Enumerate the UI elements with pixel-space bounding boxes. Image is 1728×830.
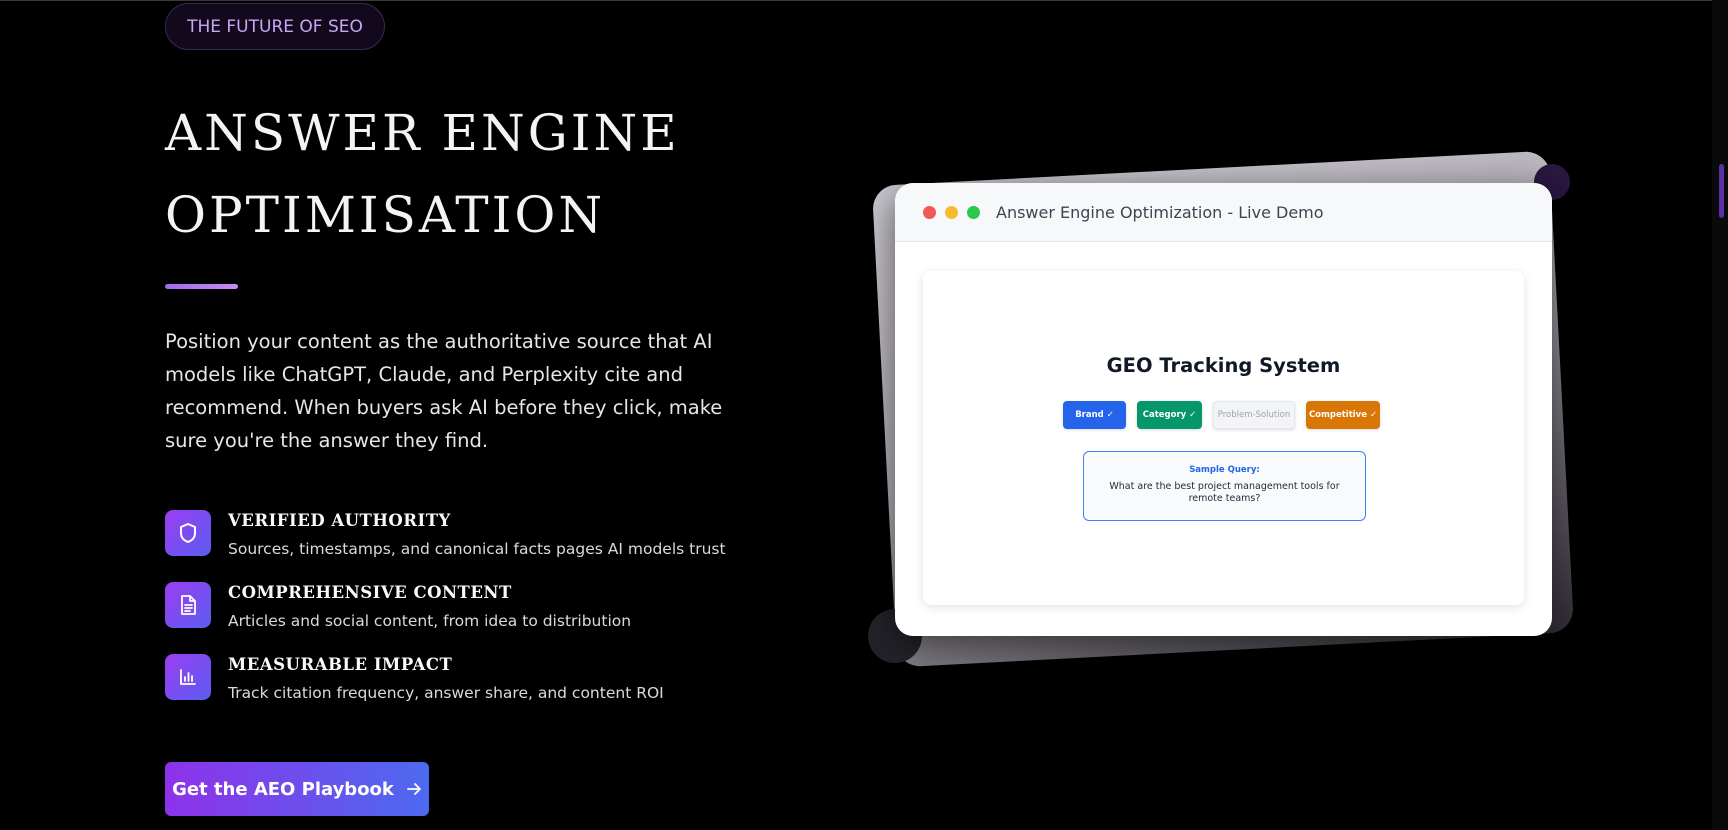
intro-paragraph: Position your content as the authoritati… bbox=[165, 330, 723, 452]
chip-brand: Brand ✓ bbox=[1063, 401, 1126, 429]
page: THE FUTURE OF SEO ANSWER ENGINE OPTIMISA… bbox=[0, 0, 1728, 830]
feature-comprehensive-content: COMPREHENSIVE CONTENT Articles and socia… bbox=[165, 582, 631, 630]
maximize-dot-icon bbox=[967, 205, 980, 219]
chip-problem-solution: Problem-Solution bbox=[1213, 401, 1295, 429]
feature-verified-authority: VERIFIED AUTHORITY Sources, timestamps, … bbox=[165, 510, 726, 558]
future-of-seo-badge: THE FUTURE OF SEO bbox=[165, 3, 385, 50]
page-title: ANSWER ENGINE OPTIMISATION bbox=[165, 92, 680, 256]
feature-title: MEASURABLE IMPACT bbox=[228, 655, 453, 674]
scrollbar-thumb[interactable] bbox=[1719, 164, 1724, 218]
feature-measurable-impact: MEASURABLE IMPACT Track citation frequen… bbox=[165, 654, 664, 702]
sample-query-text: What are the best project management too… bbox=[1109, 481, 1340, 504]
minimize-dot-icon bbox=[945, 205, 958, 219]
chip-category: Category ✓ bbox=[1137, 401, 1202, 429]
window-title: Answer Engine Optimization - Live Demo bbox=[996, 202, 1324, 222]
feature-title: VERIFIED AUTHORITY bbox=[228, 511, 451, 530]
headline-line-2: OPTIMISATION bbox=[165, 186, 606, 244]
bar-chart-icon bbox=[165, 654, 211, 700]
accent-divider bbox=[165, 284, 238, 289]
geo-system-title: GEO Tracking System bbox=[1106, 354, 1341, 377]
close-dot-icon bbox=[923, 205, 936, 219]
feature-description: Articles and social content, from idea t… bbox=[228, 612, 632, 630]
document-icon bbox=[165, 582, 211, 628]
top-border bbox=[0, 0, 1728, 1]
query-category-chips: Brand ✓ Category ✓ Problem-Solution Comp… bbox=[1063, 401, 1391, 429]
feature-description: Sources, timestamps, and canonical facts… bbox=[228, 540, 726, 558]
arrow-right-icon bbox=[406, 782, 422, 796]
headline-line-1: ANSWER ENGINE bbox=[165, 104, 680, 162]
get-aeo-playbook-button[interactable]: Get the AEO Playbook bbox=[165, 762, 429, 816]
cta-label: Get the AEO Playbook bbox=[172, 778, 394, 800]
chip-competitive: Competitive ✓ bbox=[1306, 401, 1380, 429]
sample-query-box: Sample Query: What are the best project … bbox=[1083, 451, 1366, 521]
page-scrollbar[interactable] bbox=[1712, 0, 1728, 830]
shield-icon bbox=[165, 510, 211, 556]
demo-panel: GEO Tracking System Brand ✓ Category ✓ P… bbox=[923, 271, 1524, 605]
feature-description: Track citation frequency, answer share, … bbox=[228, 684, 664, 702]
feature-title: COMPREHENSIVE CONTENT bbox=[228, 583, 512, 602]
sample-query-label: Sample Query: bbox=[1189, 465, 1260, 475]
live-demo-window: Answer Engine Optimization - Live Demo G… bbox=[895, 183, 1552, 636]
window-title-bar: Answer Engine Optimization - Live Demo bbox=[895, 183, 1552, 242]
